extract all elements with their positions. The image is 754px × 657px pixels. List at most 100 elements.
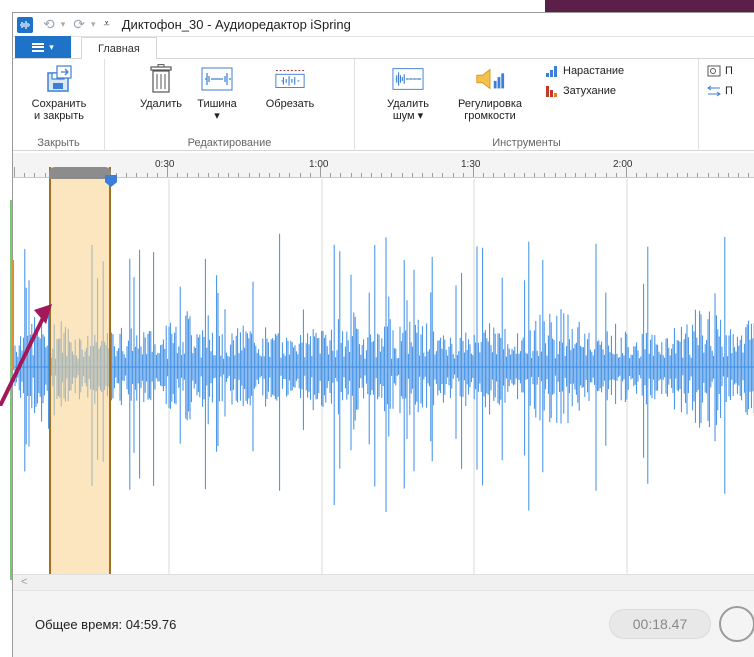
ruler-tick [34, 173, 36, 177]
volume-icon [474, 63, 506, 95]
trash-icon [145, 63, 177, 95]
zoom-icon [707, 65, 721, 77]
waveform-path [14, 233, 754, 512]
trim-button[interactable]: Обрезать [255, 63, 325, 110]
ruler-tick [391, 173, 393, 177]
ruler-tick [656, 173, 658, 177]
ruler-tick [269, 173, 270, 177]
ruler-tick [636, 173, 638, 177]
ruler-tick [126, 173, 128, 177]
tick-label: 0:30 [155, 159, 175, 170]
clipped-button-1[interactable]: П [707, 65, 733, 77]
ruler-tick [738, 173, 740, 177]
ruler-tick [340, 173, 342, 177]
ruler-tick [330, 173, 332, 177]
redo-dropdown-icon[interactable]: ▾ [91, 19, 96, 30]
undo-dropdown-icon[interactable]: ▾ [61, 19, 66, 30]
group-tools: Удалить шум ▾ Регулировка громкости Нара… [355, 59, 699, 151]
menu-icon [32, 42, 45, 52]
ruler-tick [422, 173, 423, 177]
ruler-tick [728, 173, 729, 177]
ruler-tick [411, 173, 413, 177]
ruler-tick [197, 173, 199, 177]
file-menu-button[interactable]: ▾ [15, 36, 71, 58]
customize-toolbar-icon[interactable]: ⩡ [104, 18, 110, 31]
group-label-editing: Редактирование [187, 137, 272, 149]
window-title: Диктофон_30 - Аудиоредактор iSpring [121, 17, 351, 32]
ruler-tick [513, 173, 515, 177]
waveform-area[interactable] [13, 179, 754, 574]
ruler-tick [156, 173, 158, 177]
ruler-tick [452, 173, 454, 177]
group-editing: Удалить Тишина ▾ Обрезать Редактирование [105, 59, 355, 151]
save-button-label-2: и закрыть [34, 110, 84, 122]
ruler-tick [717, 173, 719, 177]
ruler-tick [14, 167, 15, 177]
ruler-tick [605, 173, 607, 177]
ruler-tick [544, 173, 546, 177]
silence-icon [201, 63, 233, 95]
fade-in-label: Нарастание [563, 65, 625, 77]
tick-label: 1:30 [461, 159, 481, 170]
ruler-tick [666, 173, 668, 177]
ruler-tick [146, 173, 148, 177]
tab-home[interactable]: Главная [81, 37, 157, 59]
ruler-tick [687, 173, 689, 177]
ruler-tick [615, 173, 617, 177]
ribbon: Сохранить и закрыть Закрыть Удалить Тиши… [13, 59, 754, 151]
ruler-tick [585, 173, 587, 177]
ruler-tick [483, 173, 485, 177]
ruler-tick [626, 167, 627, 177]
tick-label: 2:00 [613, 159, 633, 170]
remove-noise-label-2: шум ▾ [392, 110, 424, 122]
silence-button[interactable]: Тишина ▾ [187, 63, 247, 122]
trim-icon [274, 63, 306, 95]
ruler-tick [554, 173, 556, 177]
clipped-button-2[interactable]: П [707, 85, 733, 97]
ruler-tick [442, 173, 444, 177]
pointer-arrow-icon [0, 304, 52, 406]
scroll-left-icon[interactable]: < [21, 576, 27, 588]
ruler-tick [473, 167, 474, 177]
save-and-close-button[interactable]: Сохранить и закрыть [19, 63, 99, 122]
ruler-tick [360, 173, 362, 177]
ruler-tick [187, 173, 189, 177]
waveform [13, 179, 754, 574]
group-clipped: П П [699, 59, 754, 151]
play-button[interactable] [719, 606, 754, 642]
ruler-tick [677, 173, 678, 177]
fade-out-button[interactable]: Затухание [545, 85, 616, 97]
silence-dropdown-icon: ▾ [214, 110, 220, 122]
current-time: 00:18.47 [609, 609, 711, 639]
silence-button-label: Тишина [197, 98, 237, 110]
ruler-tick [371, 173, 372, 177]
app-icon [17, 16, 33, 33]
ruler-tick [534, 173, 536, 177]
clipped-label-2: П [725, 85, 733, 97]
ruler-tick [258, 173, 260, 177]
ruler-tick [167, 167, 168, 177]
fade-in-button[interactable]: Нарастание [545, 65, 624, 77]
ruler-tick [320, 167, 321, 177]
ruler-tick [309, 173, 311, 177]
delete-button-label: Удалить [140, 98, 182, 110]
horizontal-scrollbar[interactable]: < [13, 574, 754, 590]
ruler-tick [44, 173, 46, 177]
ruler-tick [401, 173, 403, 177]
undo-icon[interactable]: ⟲ [43, 16, 55, 33]
fade-out-label: Затухание [563, 85, 617, 97]
volume-adjust-button[interactable]: Регулировка громкости [447, 63, 533, 122]
selection-handle[interactable] [49, 167, 111, 179]
redo-icon[interactable]: ⟳ [73, 16, 85, 33]
timeline-ruler[interactable]: 0:30 1:00 1:30 2:00 [13, 153, 754, 178]
ruler-tick [381, 173, 383, 177]
ruler-tick [289, 173, 291, 177]
ruler-tick [493, 173, 495, 177]
remove-noise-button[interactable]: Удалить шум ▾ [381, 63, 435, 122]
ruler-tick [24, 173, 26, 177]
fade-out-icon [546, 86, 557, 97]
ribbon-tabs: ▾ Главная [13, 36, 754, 59]
ruler-tick [524, 173, 525, 177]
delete-button[interactable]: Удалить [131, 63, 191, 110]
ruler-tick [238, 173, 240, 177]
